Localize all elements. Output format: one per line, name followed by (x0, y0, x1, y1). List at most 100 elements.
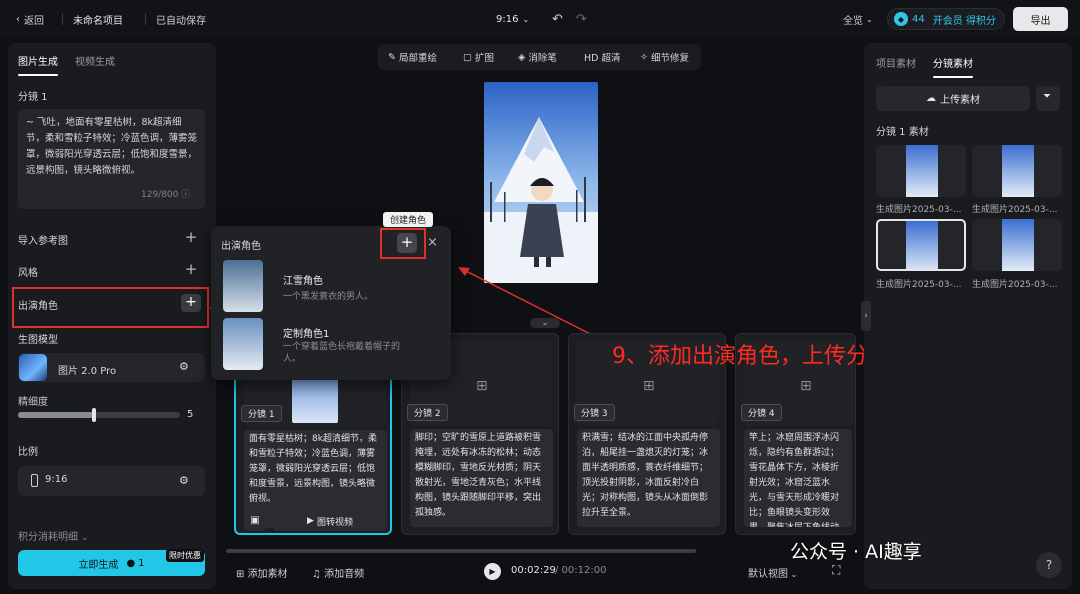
role-name: 江雪角色 (283, 276, 323, 287)
undo-icon[interactable]: ↶ (552, 0, 563, 38)
filter-icon: ⏷ (1043, 91, 1051, 102)
promo-badge: 限时优惠 (166, 549, 204, 562)
autosave-status: 已自动保存 (156, 15, 206, 27)
tab-image-generation[interactable]: 图片生成 (18, 53, 58, 76)
close-icon[interactable]: × (427, 235, 438, 250)
divider (145, 13, 146, 25)
settings-sliders-icon[interactable]: ⚙ (179, 360, 189, 373)
filter-button[interactable]: ⏷ (1036, 86, 1060, 111)
snow-scene-illustration (484, 82, 598, 283)
asset-thumbnail-selected[interactable] (876, 219, 966, 271)
eraser-icon: ◈ (518, 51, 526, 63)
zoom-dropdown[interactable]: 全览 ⌄ (843, 0, 873, 38)
total-time: / 00:12:00 (555, 565, 607, 576)
tool-hd[interactable]: HD 超清 (584, 44, 620, 70)
generated-image-preview[interactable] (484, 82, 598, 283)
edit-toolbar: ✎ 局部重绘 ▢ 扩图 ◈ 消除笔 HD 超清 ✧ 细节修复 (378, 44, 701, 70)
play-button[interactable]: ▶ (484, 563, 501, 580)
asset-thumbnail[interactable] (876, 145, 966, 197)
add-material-button[interactable]: ⊞ 添加素材 (236, 565, 288, 580)
image-placeholder-icon: ⊞ (476, 378, 488, 394)
role-thumbnail (223, 260, 263, 312)
expand-icon: ▢ (463, 51, 472, 63)
shot-label: 分镜 1 (241, 405, 282, 422)
wechat-watermark: 公众号 · AI趣享 (790, 541, 922, 563)
tool-detail-fix[interactable]: ✧ 细节修复 (640, 44, 689, 70)
redo-icon[interactable]: ↷ (576, 0, 587, 38)
export-button[interactable]: 导出 (1013, 7, 1068, 31)
tool-eraser[interactable]: ◈ 消除笔 (518, 44, 557, 70)
tab-project-materials[interactable]: 项目素材 (876, 55, 916, 70)
asset-image (1002, 145, 1034, 197)
role-name: 定制角色1 (283, 329, 330, 340)
shot-label: 分镜 2 (407, 404, 448, 421)
fullscreen-icon[interactable]: ⛶ (832, 563, 840, 578)
tool-inpaint[interactable]: ✎ 局部重绘 (388, 44, 437, 70)
info-icon: ⓘ (181, 190, 191, 200)
magic-icon: ✧ (640, 51, 648, 63)
vip-credits-pill[interactable]: ◆ 44 开会员 得积分 (887, 8, 1005, 30)
tab-video-generation[interactable]: 视频生成 (75, 53, 115, 68)
shot-prompt[interactable]: 竿上；冰窟周围浮冰闪烁，隐约有鱼群游过；雪花晶体下方，冰棱折射光效；冰窟泛蓝水光… (744, 429, 852, 527)
help-icon[interactable]: ? (1036, 552, 1062, 578)
add-icon[interactable]: + (184, 230, 198, 245)
shot-prompt[interactable]: 脚印；空旷的雪原上道路被积雪掩埋，远处有冰冻的松林；动态模糊脚印，雪地反光材质；… (410, 429, 553, 527)
tab-shot-materials[interactable]: 分镜素材 (933, 55, 973, 78)
role-desc: 一个黑发蓑衣的男人。 (283, 292, 374, 302)
detail-slider-handle[interactable] (92, 408, 97, 422)
annotation-highlight-box (380, 228, 426, 259)
add-audio-button[interactable]: ♫ 添加音频 (312, 565, 364, 580)
image-placeholder-icon: ⊞ (800, 378, 812, 394)
asset-thumbnail[interactable] (972, 219, 1062, 271)
top-bar: ‹ 返回 未命名项目 已自动保存 9:16 ⌄ ↶ ↷ 全览 ⌄ ◆ 44 开会… (0, 0, 1080, 38)
chevron-down-icon: ⌄ (522, 14, 530, 24)
upload-material-button[interactable]: ☁ 上传素材 (876, 86, 1030, 111)
model-section-label: 生图模型 (18, 335, 58, 346)
add-image-icon: ⊞ (236, 569, 248, 580)
settings-sliders-icon[interactable]: ⚙ (179, 474, 189, 487)
create-role-tooltip: 创建角色 (383, 212, 433, 227)
ratio-label: 比例 (18, 447, 38, 458)
role-desc: 一个穿着蓝色长袍戴着帽子的人。 (283, 342, 401, 364)
annotation-highlight-box (12, 287, 209, 328)
shot-title: 分镜 1 (18, 92, 48, 103)
collapse-right-panel-handle[interactable]: › (861, 301, 871, 331)
ratio-dropdown[interactable]: 9:16 ⌄ (496, 0, 529, 38)
chevron-left-icon: ‹ (16, 13, 20, 25)
image-edit-icon[interactable]: ▣ (244, 511, 266, 531)
cost-detail-toggle[interactable]: 积分消耗明细 ⌄ (18, 528, 88, 543)
shot-prompt[interactable]: 积满雪；结冰的江面中央孤舟停泊，船尾挂一盏熄灭的灯笼；冰面半透明质感，蓑衣纤维细… (577, 429, 720, 527)
view-mode-dropdown[interactable]: 默认视图 ⌄ (748, 565, 797, 580)
import-ref-label: 导入参考图 (18, 236, 68, 247)
popover-title: 出演角色 (221, 241, 261, 252)
detail-slider-fill (18, 412, 95, 418)
tool-outpaint[interactable]: ▢ 扩图 (463, 44, 494, 70)
shot-label: 分镜 4 (741, 404, 782, 421)
asset-image (906, 221, 938, 269)
model-selector[interactable]: 图片 2.0 Pro ⚙ (18, 353, 205, 382)
model-thumbnail (19, 354, 47, 381)
prompt-char-count: 129/800 ⓘ (141, 190, 191, 200)
shot-label: 分镜 3 (574, 404, 615, 421)
asset-image (906, 145, 938, 197)
detail-value: 5 (187, 409, 194, 420)
project-name[interactable]: 未命名项目 (73, 0, 123, 38)
add-icon[interactable]: + (184, 262, 198, 277)
collapse-timeline-handle[interactable]: ⌄ (530, 318, 560, 328)
chevron-down-icon: ⌄ (866, 14, 873, 24)
upload-cloud-icon: ☁ (926, 93, 936, 104)
asset-caption: 生成图片2025-03-... (876, 205, 962, 215)
credit-icon: ◆ (894, 12, 908, 26)
ratio-value: 9:16 (45, 474, 68, 485)
back-button[interactable]: ‹ 返回 (16, 0, 44, 38)
chevron-down-icon: ⌄ (81, 533, 88, 542)
divider (62, 13, 63, 25)
image-to-video-button[interactable]: ▶ 图转视频 (273, 511, 387, 531)
model-name: 图片 2.0 Pro (58, 366, 117, 377)
timeline-scrollbar[interactable] (226, 549, 696, 553)
credit-icon: ● (126, 557, 136, 569)
asset-thumbnail[interactable] (972, 145, 1062, 197)
asset-caption: 生成图片2025-03-... (972, 280, 1058, 290)
music-icon: ♫ (312, 569, 325, 580)
ratio-selector[interactable]: 9:16 ⚙ (18, 466, 205, 496)
